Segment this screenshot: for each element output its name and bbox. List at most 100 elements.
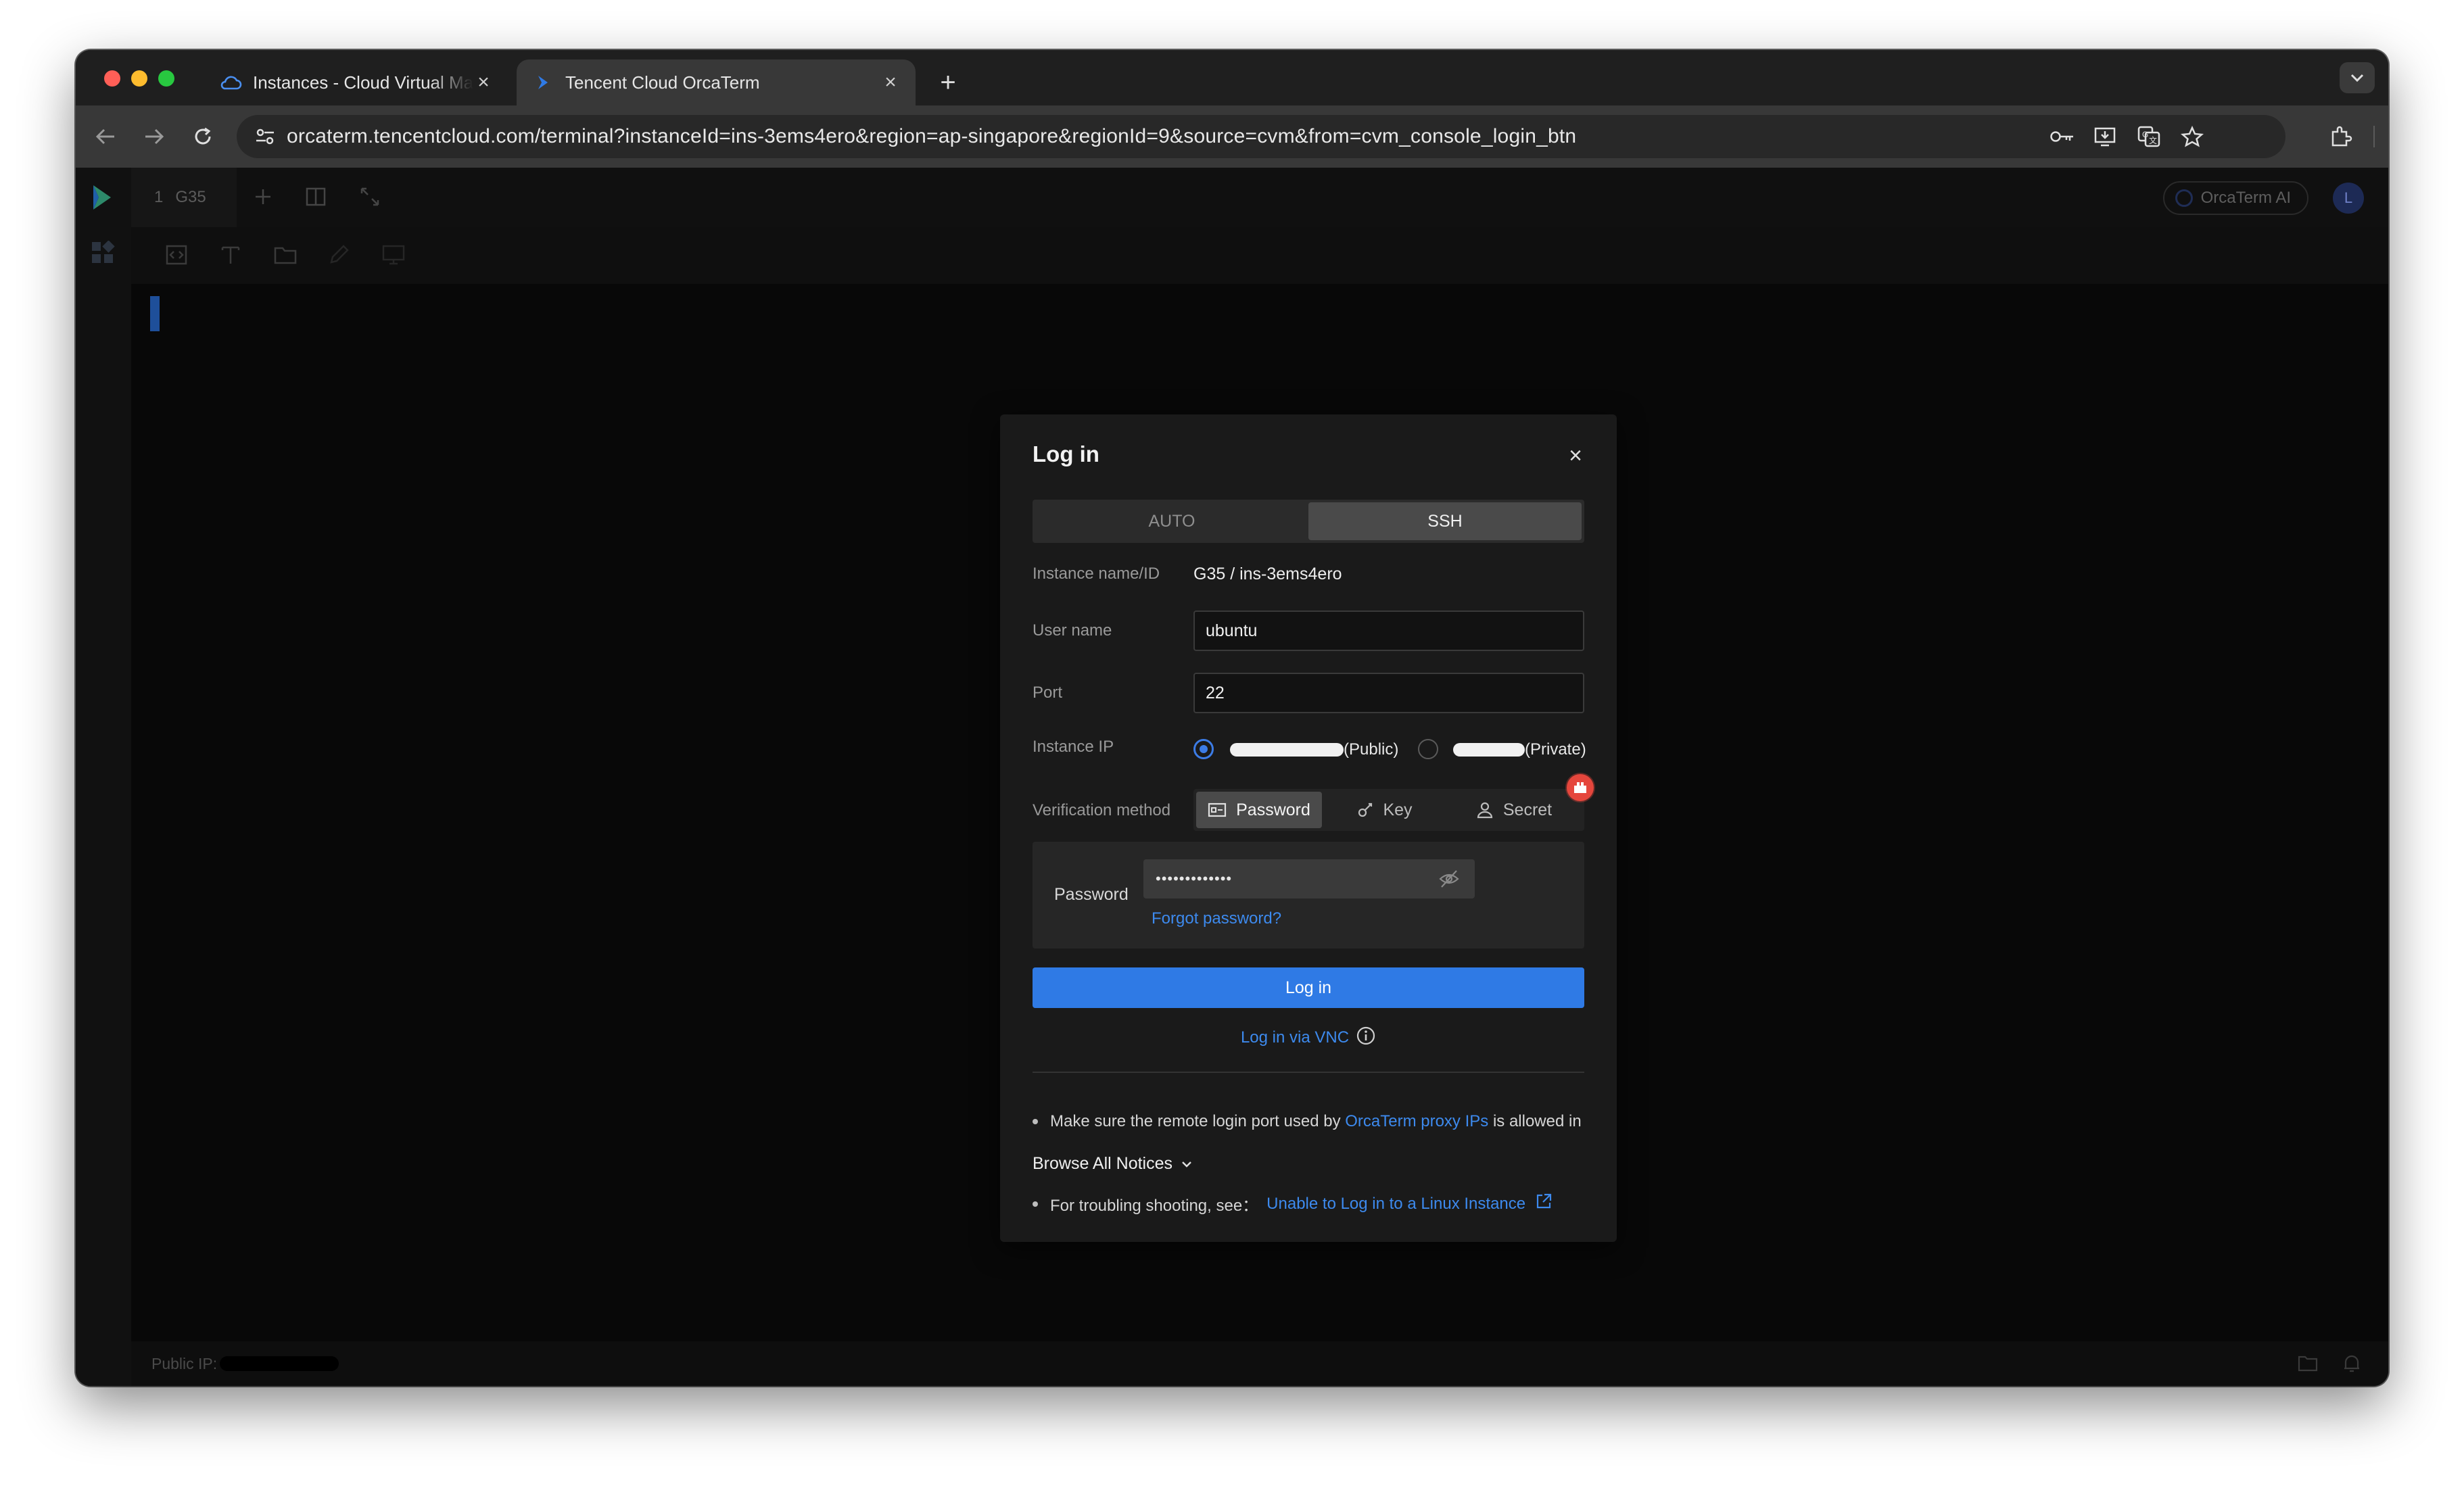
user-avatar[interactable]: L [2333, 183, 2364, 214]
public-ip-redacted [220, 1356, 339, 1371]
orcaterm-favicon-icon [531, 71, 554, 94]
vnc-row: Log in via VNC [1000, 1026, 1617, 1049]
terminal-cursor [150, 296, 160, 331]
install-app-icon[interactable] [2092, 123, 2119, 150]
edit-pen-icon[interactable] [327, 243, 350, 270]
terminal-header: 1 G35 OrcaTerm AI L [131, 168, 2388, 227]
login-dialog: Log in × AUTO SSH Instance name/ID G35 /… [1000, 414, 1617, 1242]
minimize-window-button[interactable] [131, 70, 147, 87]
browser-window: Instances - Cloud Virtual Machine - Cons… [76, 50, 2388, 1386]
username-input[interactable] [1193, 610, 1584, 651]
text-format-icon[interactable] [219, 243, 242, 270]
folder-sync-icon[interactable] [2298, 1353, 2318, 1376]
public-ip-redacted [1230, 743, 1344, 757]
back-arrow-icon[interactable] [89, 120, 122, 153]
login-mode-switch: AUTO SSH [1033, 500, 1584, 543]
key-icon [1358, 802, 1373, 817]
split-view-icon[interactable] [304, 185, 327, 212]
verification-label: Verification method [1033, 801, 1171, 819]
method-password-tab[interactable]: Password [1196, 792, 1322, 828]
tab-search-chevron-icon[interactable] [2340, 62, 2375, 93]
ai-toggle-icon [2175, 189, 2193, 207]
password-key-icon[interactable] [2049, 123, 2076, 150]
method-key-label: Key [1383, 800, 1413, 819]
downloads-icon[interactable] [2386, 120, 2388, 153]
info-icon[interactable] [1356, 1026, 1376, 1049]
bullet [1033, 1201, 1038, 1207]
new-tab-button[interactable]: + [929, 59, 967, 105]
new-badge-icon [1567, 774, 1594, 801]
external-link-icon[interactable] [1535, 1193, 1553, 1215]
private-ip-radio[interactable] [1418, 739, 1438, 759]
browse-all-notices-toggle[interactable]: Browse All Notices [1033, 1154, 1193, 1174]
forward-arrow-icon[interactable] [138, 120, 170, 153]
extensions-puzzle-icon[interactable] [2325, 120, 2357, 153]
apps-grid-icon[interactable] [91, 240, 115, 268]
proxy-notice: Make sure the remote login port used by … [1033, 1112, 1582, 1131]
instance-ip-label: Instance IP [1033, 738, 1114, 756]
eye-hidden-icon[interactable] [1438, 869, 1460, 889]
close-window-button[interactable] [104, 70, 120, 87]
monitor-icon[interactable] [381, 243, 406, 270]
reload-icon[interactable] [187, 120, 219, 153]
status-bar: Public IP: [131, 1341, 2388, 1386]
password-masked-value: ••••••••••••• [1156, 870, 1233, 887]
add-session-icon[interactable] [252, 185, 275, 212]
login-button[interactable]: Log in [1033, 967, 1584, 1008]
private-ip-redacted [1453, 743, 1525, 757]
bookmark-star-icon[interactable] [2179, 123, 2206, 150]
public-ip-radio[interactable] [1193, 739, 1214, 759]
method-secret-tab[interactable]: Secret [1448, 792, 1580, 828]
orcaterm-page: 1 G35 OrcaTerm AI L Public IP: Log in × … [76, 168, 2388, 1386]
tab-title: Tencent Cloud OrcaTerm [565, 72, 760, 93]
proxy-notice-prefix: Make sure the remote login port used by [1050, 1112, 1346, 1130]
secret-user-icon [1477, 802, 1492, 819]
session-name: G35 [175, 188, 206, 206]
mode-auto-tab[interactable]: AUTO [1035, 502, 1308, 540]
login-vnc-link[interactable]: Log in via VNC [1241, 1028, 1349, 1047]
password-card-icon [1208, 802, 1227, 817]
svg-text:文: 文 [2149, 135, 2157, 145]
session-index: 1 [154, 188, 164, 206]
fullscreen-icon[interactable] [358, 185, 381, 212]
browser-toolbar: orcaterm.tencentcloud.com/terminal?insta… [76, 105, 2388, 168]
proxy-notice-suffix: is allowed in [1488, 1112, 1582, 1130]
session-tab[interactable]: 1 G35 [131, 168, 237, 227]
instance-label: Instance name/ID [1033, 565, 1160, 583]
translate-icon[interactable]: G文 [2135, 123, 2162, 150]
method-secret-label: Secret [1502, 800, 1553, 819]
public-ip-label: Public IP: [151, 1354, 218, 1372]
method-key-tab[interactable]: Key [1322, 792, 1448, 828]
proxy-ips-link[interactable]: OrcaTerm proxy IPs [1345, 1112, 1488, 1131]
close-tab-icon[interactable]: × [473, 72, 494, 93]
password-label: Password [1054, 885, 1129, 904]
tab-strip: Instances - Cloud Virtual Machine - Cons… [76, 50, 2388, 105]
username-label: User name [1033, 621, 1112, 640]
chevron-down-icon [1182, 1161, 1191, 1168]
troubleshoot-link[interactable]: Unable to Log in to a Linux Instance [1266, 1195, 1525, 1214]
forgot-password-link[interactable]: Forgot password? [1152, 909, 1281, 928]
dialog-title: Log in [1033, 441, 1099, 466]
address-bar[interactable]: orcaterm.tencentcloud.com/terminal?insta… [237, 115, 2285, 158]
orcaterm-ai-button[interactable]: OrcaTerm AI [2162, 181, 2308, 215]
tab-title: Instances - Cloud Virtual Machine - Cons… [253, 72, 473, 93]
close-icon[interactable]: × [1564, 444, 1587, 467]
svg-text:G: G [2142, 130, 2148, 139]
close-tab-icon[interactable]: × [880, 72, 901, 93]
folder-icon[interactable] [273, 243, 298, 270]
notification-bell-icon[interactable] [2342, 1353, 2361, 1378]
port-input[interactable] [1193, 673, 1584, 713]
url-text: orcaterm.tencentcloud.com/terminal?insta… [287, 125, 1577, 147]
bullet [1033, 1119, 1038, 1124]
troubleshoot-notice: For troubling shooting, see： Unable to L… [1033, 1192, 1553, 1216]
maximize-window-button[interactable] [158, 70, 174, 87]
mode-ssh-tab[interactable]: SSH [1308, 502, 1582, 540]
toolbar-divider [2373, 126, 2375, 147]
browser-tab-instances[interactable]: Instances - Cloud Virtual Machine - Cons… [204, 59, 508, 105]
browser-tab-orcaterm[interactable]: Tencent Cloud OrcaTerm × [517, 59, 916, 105]
orcaterm-logo-icon[interactable] [91, 183, 114, 216]
password-input[interactable]: ••••••••••••• [1143, 859, 1475, 898]
site-info-icon[interactable] [243, 128, 287, 145]
left-rail [76, 168, 131, 1386]
code-snippet-icon[interactable] [165, 243, 188, 270]
